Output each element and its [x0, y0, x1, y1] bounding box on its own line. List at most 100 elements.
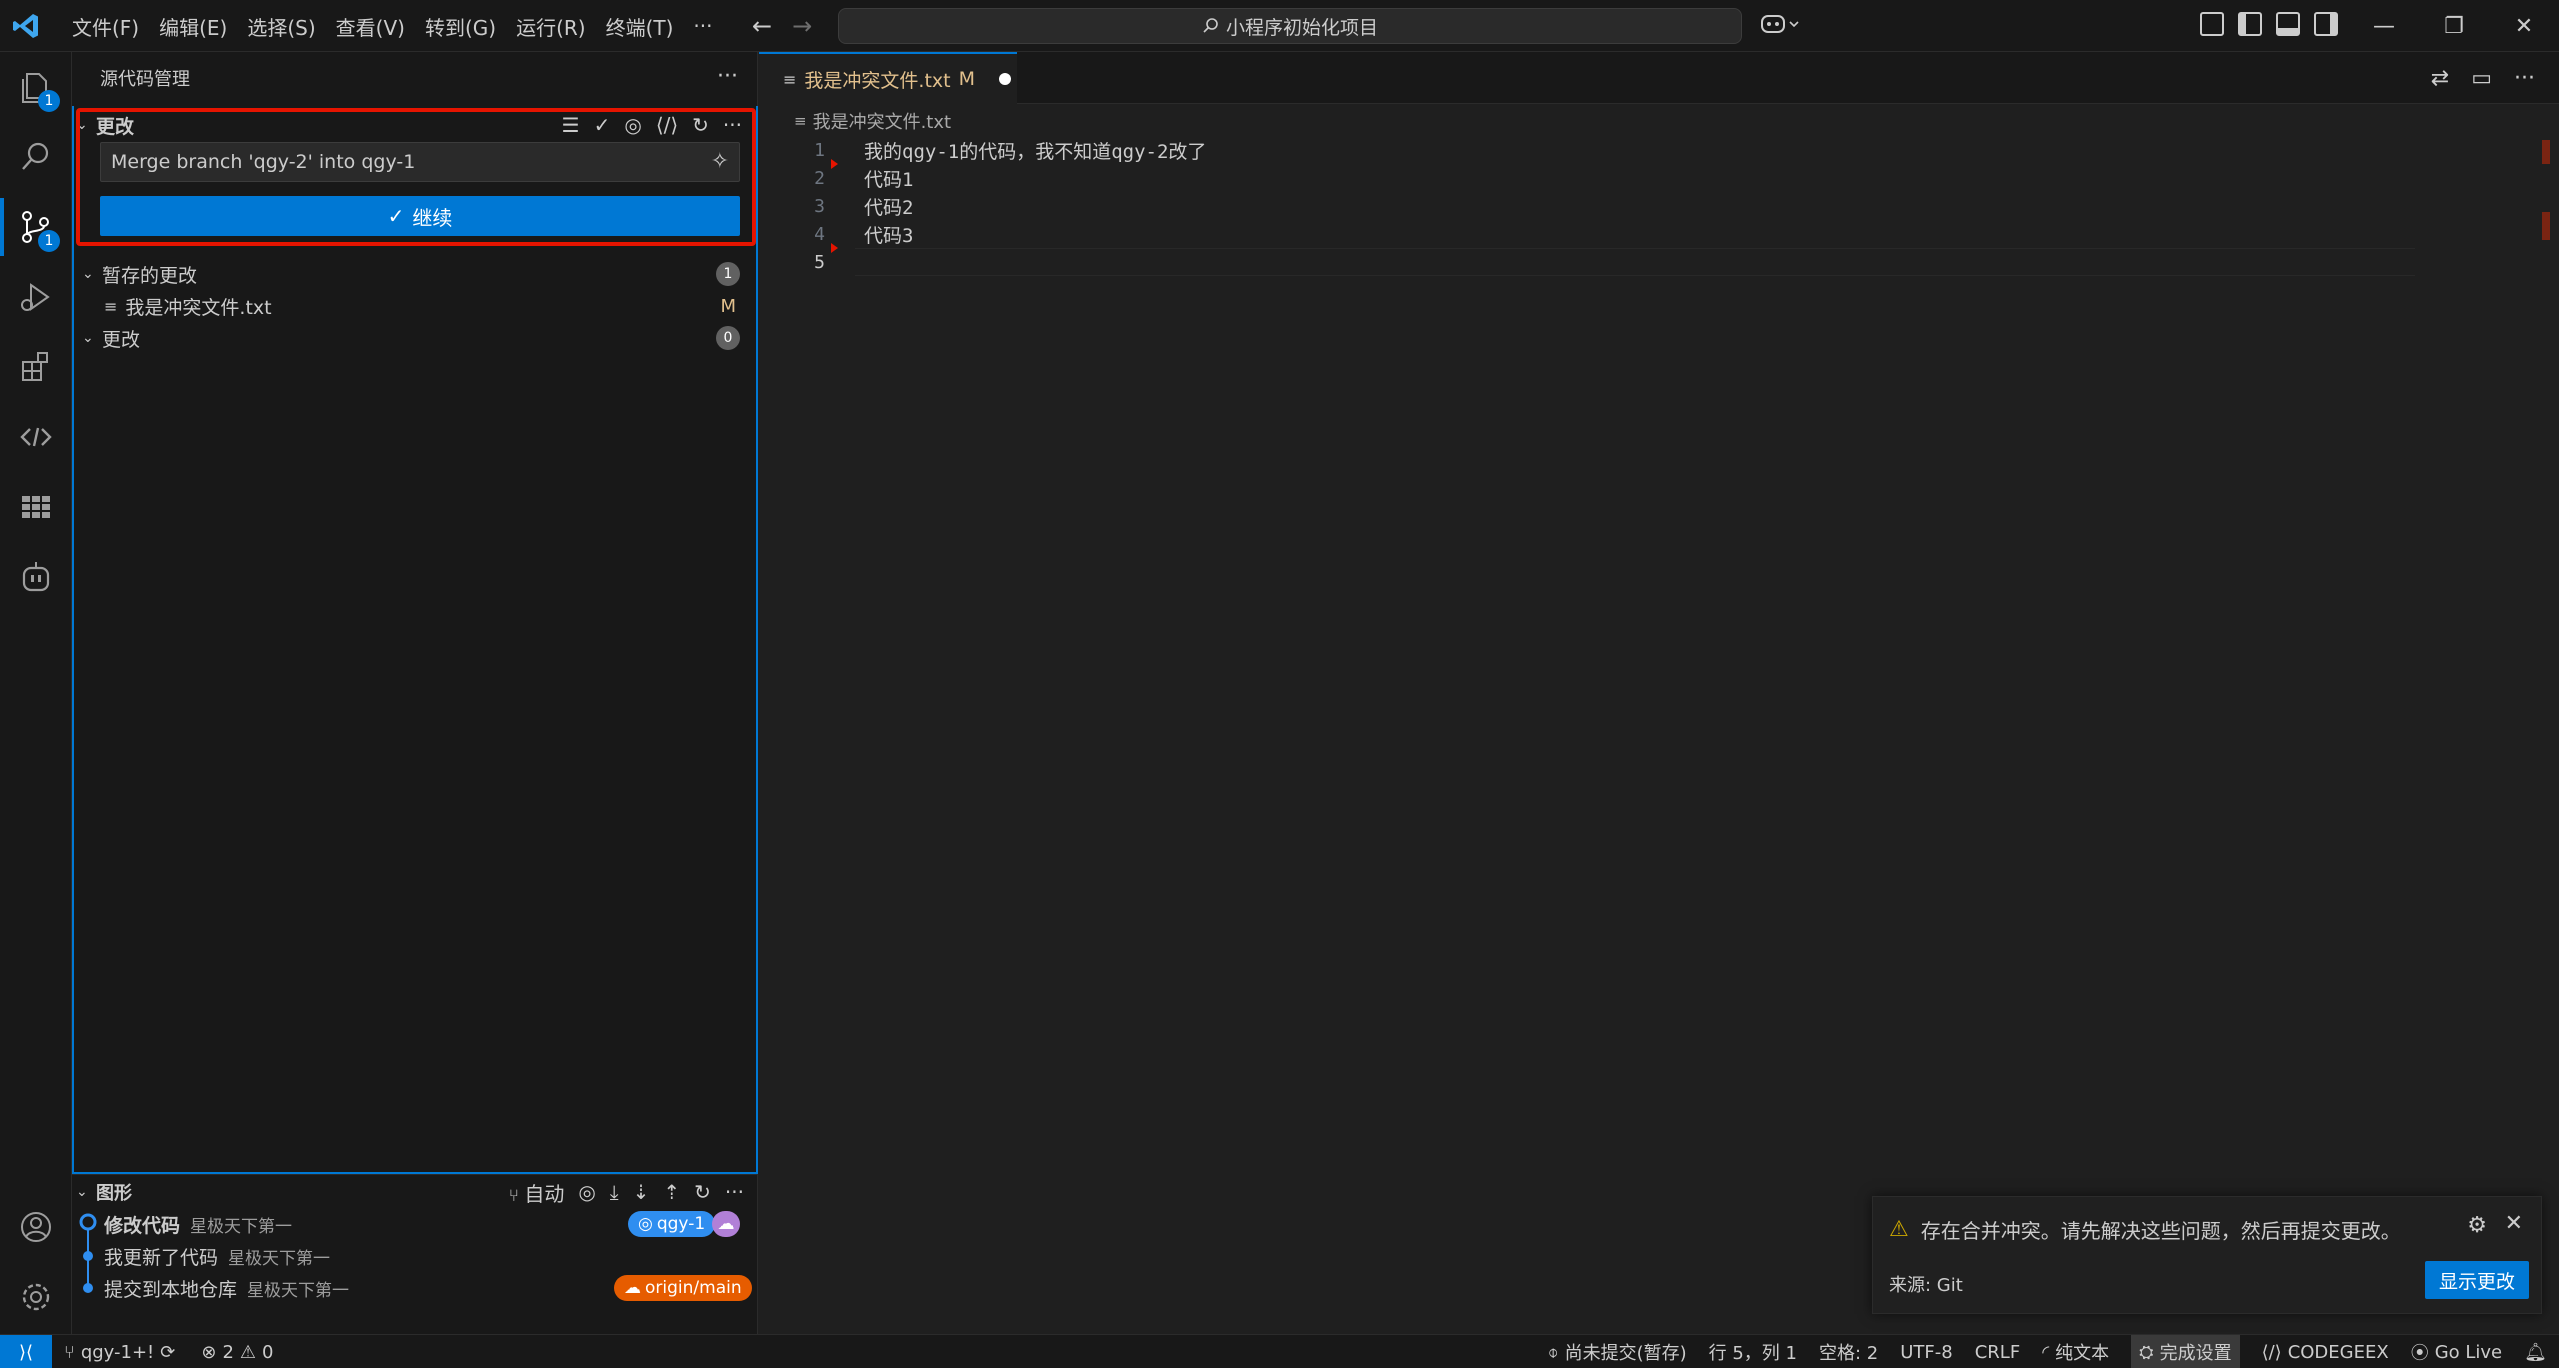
refresh-icon[interactable]: ↻ — [694, 1180, 711, 1204]
menu-more[interactable]: ··· — [683, 14, 722, 38]
run-debug-activity[interactable] — [0, 262, 72, 332]
deleted-line-marker — [831, 159, 838, 169]
customize-layout-icon[interactable] — [2200, 12, 2224, 36]
toggle-secondary-sidebar-icon[interactable] — [2314, 12, 2338, 36]
error-count: 2 — [222, 1341, 234, 1363]
gear-icon[interactable]: ⚙ — [2467, 1213, 2487, 1238]
push-icon[interactable]: ⇡ — [663, 1180, 680, 1204]
minimize-icon[interactable]: — — [2349, 0, 2419, 52]
fetch-icon[interactable]: ⤓ — [610, 1180, 619, 1204]
extensions-activity[interactable] — [0, 332, 72, 402]
broadcast-icon: ⦿ — [2410, 1343, 2429, 1364]
graph-commit-row[interactable]: 修改代码 星极天下第一 ◎ qgy-1 ☁ — [72, 1208, 758, 1240]
target-icon: ◎ — [638, 1214, 653, 1234]
editor-tab[interactable]: ≡ 我是冲突文件.txt M — [759, 52, 1017, 104]
title-bar: 文件(F) 编辑(E) 选择(S) 查看(V) 转到(G) 运行(R) 终端(T… — [0, 0, 2559, 52]
target-icon[interactable]: ◎ — [578, 1180, 595, 1204]
code-editor[interactable]: 1 我的qgy-1的代码，我不知道qgy-2改了 2 代码1 3 代码2 4 代… — [759, 136, 2419, 276]
line-number: 4 — [814, 223, 825, 245]
forward-arrow-icon[interactable]: → — [792, 12, 812, 40]
toggle-panel-icon[interactable] — [2276, 12, 2300, 36]
copilot-status[interactable]: ⛭ 完成设置 — [2131, 1335, 2240, 1368]
command-center-search[interactable]: 小程序初始化项目 — [838, 8, 1742, 44]
commit-author: 星极天下第一 — [247, 1280, 350, 1301]
language-mode[interactable]: ◜ 纯文本 — [2042, 1339, 2109, 1365]
tab-status: M — [958, 68, 975, 90]
indentation[interactable]: 空格: 2 — [1819, 1339, 1878, 1365]
explorer-badge: 1 — [38, 90, 60, 112]
language-label: 纯文本 — [2055, 1343, 2110, 1364]
go-live-status[interactable]: ⦿ Go Live — [2411, 1339, 2502, 1365]
extensions-icon — [22, 352, 48, 381]
sync-icon[interactable]: ⟳ — [160, 1342, 175, 1363]
graph-commit-row[interactable]: 提交到本地仓库 星极天下第一 ☁ origin/main — [72, 1272, 758, 1304]
search-activity[interactable] — [0, 122, 72, 192]
command-center-text: 小程序初始化项目 — [1225, 16, 1378, 39]
copilot-label: 完成设置 — [2159, 1343, 2232, 1364]
split-editor-icon[interactable]: ▭ — [2471, 66, 2492, 91]
toggle-primary-sidebar-icon[interactable] — [2238, 12, 2262, 36]
error-icon: ⊗ — [201, 1341, 217, 1363]
encoding[interactable]: UTF-8 — [1900, 1342, 1952, 1363]
search-icon — [22, 142, 49, 170]
graph-commit-row[interactable]: 我更新了代码 星极天下第一 — [72, 1240, 758, 1272]
menu-go[interactable]: 转到(G) — [415, 12, 506, 41]
commit-message: 修改代码 — [104, 1214, 181, 1237]
apps-activity[interactable] — [0, 472, 72, 542]
show-changes-button[interactable]: 显示更改 — [2425, 1261, 2529, 1299]
go-live-label: Go Live — [2434, 1341, 2503, 1363]
robot-icon — [22, 562, 50, 592]
accounts-activity[interactable] — [0, 1192, 72, 1262]
graph-section-header[interactable]: ⌄ 图形 ⑂ 自动 ◎ ⤓ ⇣ ⇡ ↻ ··· — [72, 1174, 758, 1208]
account-icon — [21, 1212, 51, 1242]
settings-activity[interactable] — [0, 1262, 72, 1332]
menu-selection[interactable]: 选择(S) — [237, 12, 325, 41]
menu-run[interactable]: 运行(R) — [506, 12, 596, 41]
codegeex-status[interactable]: ⟨/⟩ CODEGEEX — [2262, 1342, 2389, 1363]
run-debug-icon — [21, 283, 50, 311]
menu-view[interactable]: 查看(V) — [326, 12, 415, 41]
sidebar-more-icon[interactable]: ··· — [717, 64, 738, 89]
status-bar: ⟩⟨ ⑂ qgy-1+! ⟳ ⊗ 2 ⚠ 0 ⌽ 尚未提交(暂存) 行 5，列 … — [0, 1334, 2559, 1368]
notifications-bell-icon[interactable]: 🔔︎ — [2524, 1342, 2547, 1363]
problems-status[interactable]: ⊗ 2 ⚠ 0 — [201, 1342, 273, 1363]
close-icon[interactable]: ✕ — [2505, 1211, 2523, 1236]
source-control-activity[interactable]: 1 — [0, 192, 72, 262]
codegeex-icon — [20, 427, 52, 447]
branch-status[interactable]: ⑂ qgy-1+! ⟳ — [64, 1342, 175, 1363]
loading-icon: ◜ — [2042, 1341, 2050, 1363]
unsaved-dot-icon[interactable] — [999, 73, 1011, 85]
file-status-badge: M — [720, 295, 736, 317]
branch-icon[interactable]: ⑂ 自动 — [509, 1178, 565, 1207]
uncommitted-status[interactable]: ⌽ 尚未提交(暂存) — [1548, 1339, 1687, 1365]
remote-indicator-icon[interactable]: ⟩⟨ — [0, 1335, 52, 1368]
menu-terminal[interactable]: 终端(T) — [596, 12, 684, 41]
end-of-line[interactable]: CRLF — [1975, 1342, 2020, 1363]
line-text: 代码2 — [864, 196, 914, 219]
pull-icon[interactable]: ⇣ — [633, 1180, 650, 1204]
more-actions-icon[interactable]: ··· — [2514, 66, 2535, 91]
line-text: 我的qgy-1的代码，我不知道qgy-2改了 — [864, 140, 1207, 163]
staged-file-item[interactable]: ≡ 我是冲突文件.txt M — [72, 290, 758, 322]
restore-icon[interactable]: ❐ — [2419, 0, 2489, 52]
unstaged-changes-label: 更改 — [102, 328, 141, 351]
copilot-chat-activity[interactable] — [0, 542, 72, 612]
back-arrow-icon[interactable]: ← — [752, 12, 772, 40]
commit-icon: ⌽ — [1547, 1341, 1559, 1363]
warning-icon: ⚠ — [239, 1341, 257, 1363]
cursor-position[interactable]: 行 5，列 1 — [1709, 1339, 1797, 1365]
menu-edit[interactable]: 编辑(E) — [149, 12, 237, 41]
copilot-menu-button[interactable] — [1760, 12, 1800, 42]
staged-changes-header[interactable]: ⌄ 暂存的更改 1 — [72, 258, 758, 290]
close-window-icon[interactable]: ✕ — [2489, 0, 2559, 52]
more-actions-icon[interactable]: ··· — [725, 1180, 744, 1204]
line-number: 3 — [814, 195, 825, 217]
open-changes-icon[interactable]: ⇄ — [2431, 66, 2449, 91]
codegeex-activity[interactable] — [0, 402, 72, 472]
unstaged-changes-header[interactable]: ⌄ 更改 0 — [72, 322, 758, 354]
commit-message: 提交到本地仓库 — [104, 1278, 238, 1301]
explorer-activity[interactable]: 1 — [0, 52, 72, 122]
breadcrumb[interactable]: ≡ 我是冲突文件.txt — [794, 108, 951, 134]
branch-name: qgy-1+! — [80, 1341, 155, 1363]
menu-file[interactable]: 文件(F) — [62, 12, 149, 41]
